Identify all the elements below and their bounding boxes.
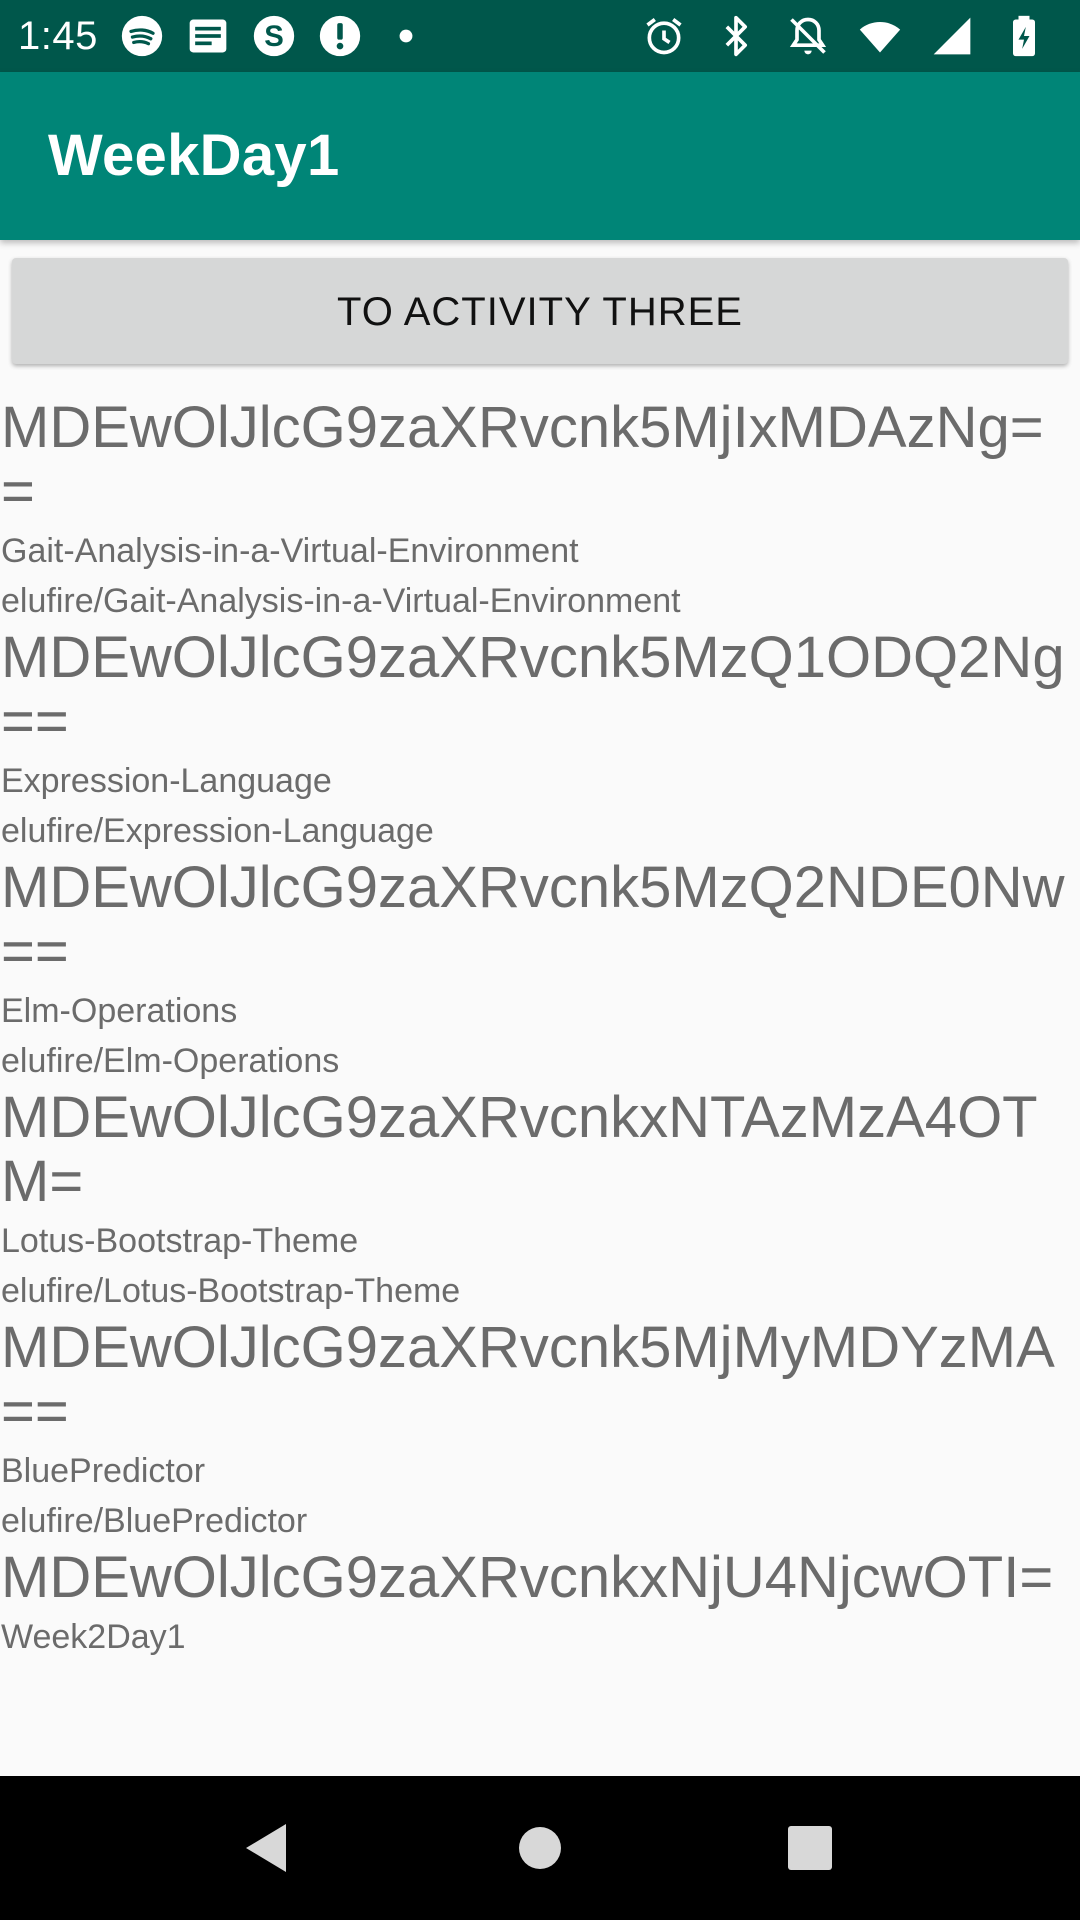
repo-id: MDEwOlJlcG9zaXRvcnkxNTAzMzA4OTM=	[1, 1085, 1038, 1214]
status-bar: 1:45 S	[0, 0, 1080, 72]
notifications-off-icon	[786, 14, 830, 58]
repo-id: MDEwOlJlcG9zaXRvcnkxNjU4NjcwOTI=	[1, 1545, 1054, 1610]
repo-name: Gait-Analysis-in-a-Virtual-Environment	[1, 532, 579, 570]
list-item: MDEwOlJlcG9zaXRvcnk5MjIxMDAzNg== Gait-An…	[0, 396, 1080, 626]
app-bar: WeekDay1	[0, 72, 1080, 240]
repo-id: MDEwOlJlcG9zaXRvcnk5MjIxMDAzNg==	[1, 395, 1044, 524]
alert-icon	[318, 14, 362, 58]
repo-full-name: elufire/Elm-Operations	[1, 1042, 340, 1080]
battery-charging-icon	[1002, 14, 1046, 58]
spotify-icon	[120, 14, 164, 58]
repo-name: Week2Day1	[1, 1618, 186, 1656]
repo-id: MDEwOlJlcG9zaXRvcnk5MjMyMDYzMA==	[1, 1315, 1055, 1444]
repo-list[interactable]: MDEwOlJlcG9zaXRvcnk5MjIxMDAzNg== Gait-An…	[0, 396, 1080, 1662]
alarm-icon	[642, 14, 686, 58]
list-item: MDEwOlJlcG9zaXRvcnk5MzQ1ODQ2Ng== Express…	[0, 626, 1080, 856]
repo-full-name: elufire/Expression-Language	[1, 812, 434, 850]
list-item: MDEwOlJlcG9zaXRvcnkxNjU4NjcwOTI= Week2Da…	[0, 1546, 1080, 1662]
repo-name: Lotus-Bootstrap-Theme	[1, 1222, 359, 1260]
repo-full-name: elufire/Gait-Analysis-in-a-Virtual-Envir…	[1, 582, 681, 620]
recents-icon[interactable]	[774, 1812, 846, 1884]
repo-name: Expression-Language	[1, 762, 332, 800]
signal-icon	[930, 14, 974, 58]
repo-name: Elm-Operations	[1, 992, 238, 1030]
skype-icon: S	[252, 14, 296, 58]
bluetooth-icon	[714, 14, 758, 58]
repo-full-name: elufire/Lotus-Bootstrap-Theme	[1, 1272, 461, 1310]
dot-icon	[384, 14, 428, 58]
list-item: MDEwOlJlcG9zaXRvcnk5MjMyMDYzMA== BluePre…	[0, 1316, 1080, 1546]
home-icon[interactable]	[504, 1812, 576, 1884]
to-activity-three-button[interactable]: TO ACTIVITY THREE	[12, 258, 1068, 364]
news-icon	[186, 14, 230, 58]
navigation-bar	[0, 1776, 1080, 1920]
list-item: MDEwOlJlcG9zaXRvcnk5MzQ2NDE0Nw== Elm-Ope…	[0, 856, 1080, 1086]
app-title: WeekDay1	[48, 123, 340, 188]
repo-full-name: elufire/BluePredictor	[1, 1502, 308, 1540]
status-time: 1:45	[18, 13, 98, 58]
back-icon[interactable]	[230, 1812, 302, 1884]
svg-text:S: S	[264, 20, 284, 53]
repo-id: MDEwOlJlcG9zaXRvcnk5MzQ2NDE0Nw==	[1, 855, 1065, 984]
repo-name: BluePredictor	[1, 1452, 206, 1490]
wifi-icon	[858, 14, 902, 58]
list-item: MDEwOlJlcG9zaXRvcnkxNTAzMzA4OTM= Lotus-B…	[0, 1086, 1080, 1316]
repo-id: MDEwOlJlcG9zaXRvcnk5MzQ1ODQ2Ng==	[1, 625, 1065, 754]
